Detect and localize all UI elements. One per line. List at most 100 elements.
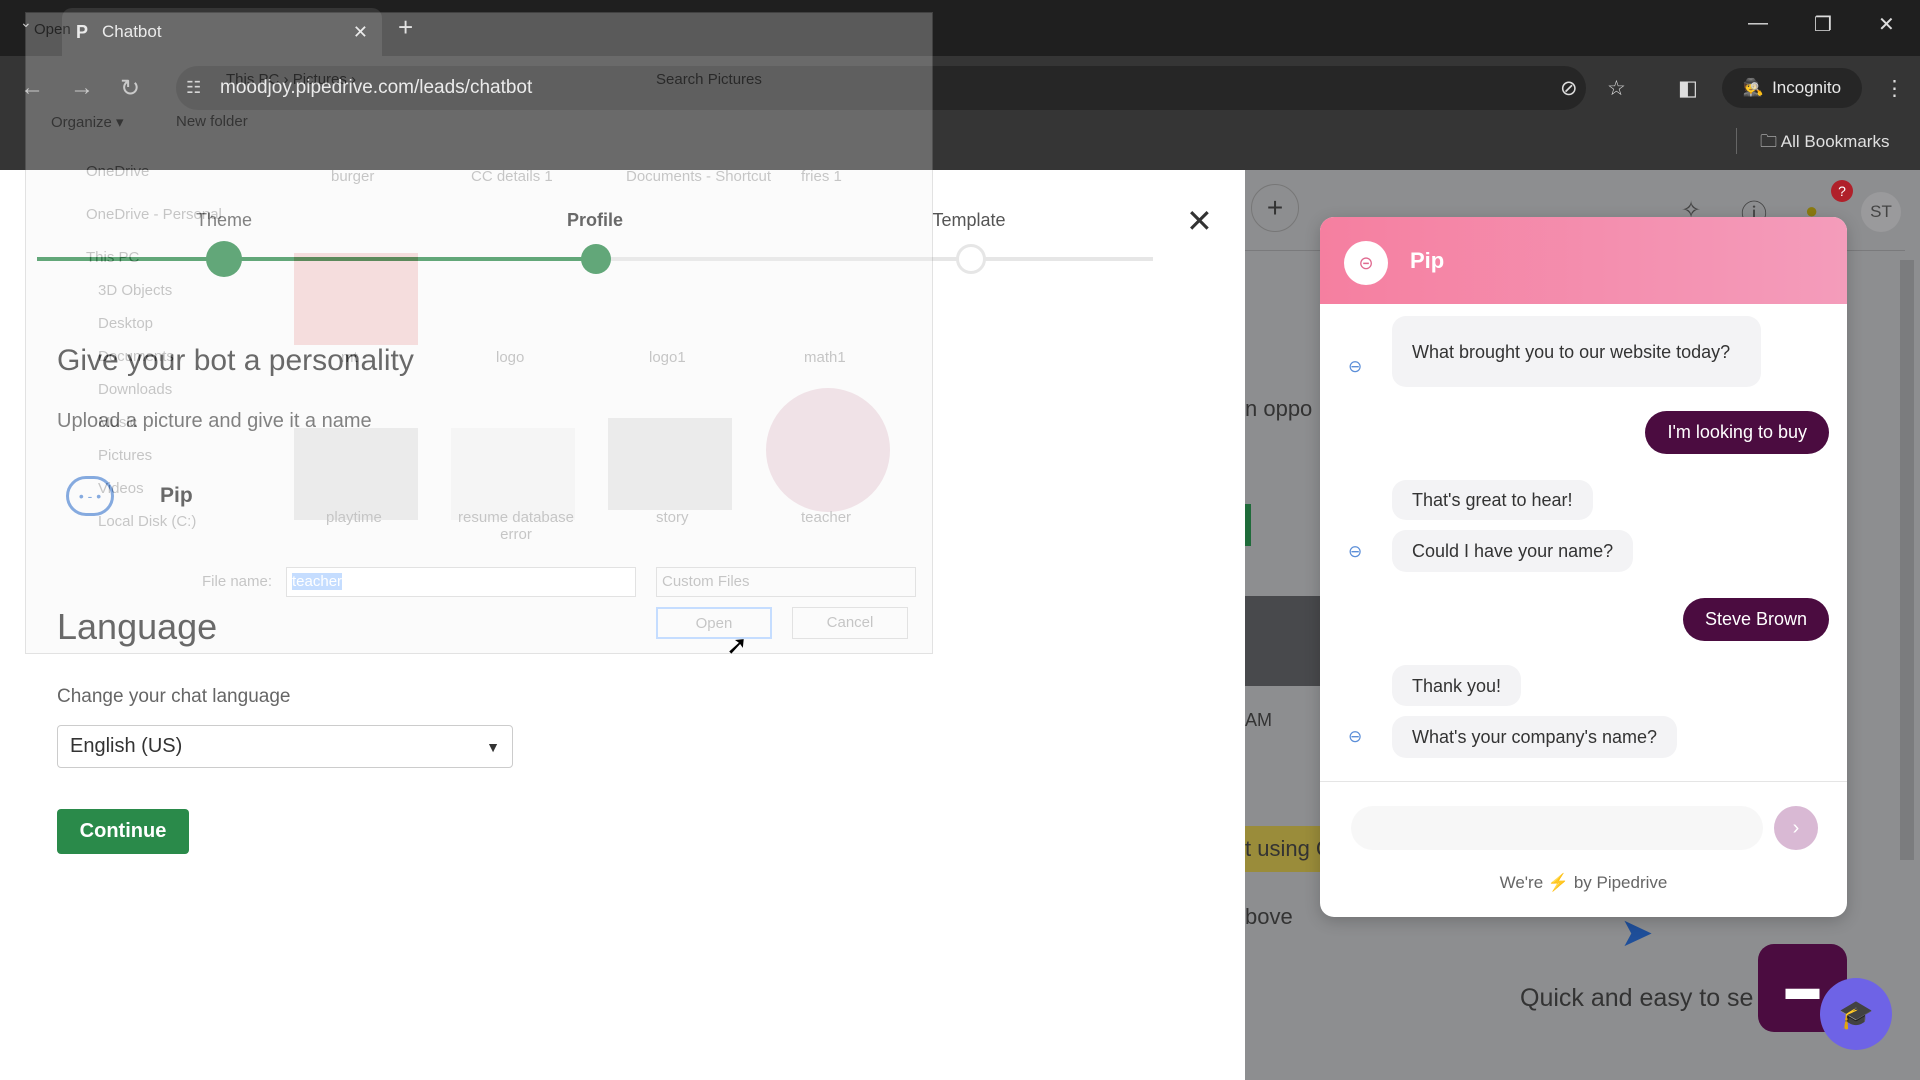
file-item[interactable]: playtime: [326, 509, 382, 526]
close-window-button[interactable]: ✕: [1878, 12, 1895, 37]
bot-avatar-icon: ⊝: [1344, 241, 1388, 285]
more-menu-icon[interactable]: ⋮: [1884, 76, 1905, 101]
graduation-cap-icon: 🎓: [1838, 998, 1874, 1030]
language-label: Change your chat language: [57, 686, 291, 707]
file-thumbnail[interactable]: [294, 428, 418, 520]
caret-down-icon: ▼: [486, 738, 500, 755]
eye-off-icon[interactable]: ⊘: [1560, 76, 1578, 101]
bot-icon: ⊖: [1348, 357, 1363, 376]
bg-text: AM: [1245, 710, 1272, 730]
sidebar-item[interactable]: Music: [98, 414, 137, 431]
file-thumbnail[interactable]: [608, 418, 732, 510]
chat-bubble-icon: ▬: [1785, 968, 1820, 1007]
new-folder-button[interactable]: New folder: [176, 113, 248, 130]
bg-text: t using C: [1245, 836, 1332, 861]
sidebar-item[interactable]: Videos: [98, 480, 144, 497]
language-select[interactable]: English (US) ▼: [57, 725, 513, 768]
star-icon[interactable]: ☆: [1607, 76, 1626, 101]
sidebar-item[interactable]: 3D Objects: [98, 282, 172, 299]
chat-header: [1320, 217, 1847, 304]
academy-button[interactable]: 🎓: [1820, 978, 1892, 1050]
bg-green-button: [1245, 504, 1251, 546]
folder-icon: 🗀: [1760, 132, 1781, 151]
bg-text: n oppo: [1245, 396, 1313, 421]
notification-badge: ?: [1831, 180, 1853, 202]
step-template-dot[interactable]: [956, 244, 986, 274]
file-item[interactable]: Documents - Shortcut: [626, 168, 771, 185]
add-button[interactable]: +: [1251, 184, 1299, 232]
sidebar-item[interactable]: Desktop: [98, 315, 153, 332]
file-item[interactable]: burger: [331, 168, 374, 185]
incognito-label: Incognito: [1772, 78, 1842, 97]
bot-message: Thank you!: [1392, 665, 1522, 706]
language-value: English (US): [70, 735, 183, 757]
breadcrumb-item[interactable]: This PC: [226, 71, 279, 88]
send-button[interactable]: ›: [1774, 806, 1818, 850]
file-item[interactable]: resume database error: [451, 509, 581, 543]
sidebar-item[interactable]: OneDrive: [86, 163, 149, 180]
dialog-title: Open: [34, 21, 71, 38]
bg-dark-block: [1245, 596, 1325, 686]
bg-text: Quick and easy to se: [1520, 984, 1754, 1012]
file-name-value: teacher: [292, 573, 343, 590]
file-type-select[interactable]: Custom Files: [656, 567, 916, 597]
organize-menu[interactable]: Organize ▾: [51, 113, 124, 131]
file-open-dialog[interactable]: Open This PC › Pictures › Search Picture…: [25, 12, 933, 654]
chat-widget: ⊝ Pip What brought you to our website to…: [1320, 217, 1847, 917]
bot-message: That's great to hear!: [1392, 480, 1593, 520]
continue-button[interactable]: Continue: [57, 809, 189, 854]
file-item[interactable]: story: [656, 509, 689, 526]
bot-icon: ⊖: [1348, 542, 1363, 561]
file-name-input[interactable]: teacher: [286, 567, 636, 597]
incognito-badge[interactable]: 🕵 Incognito: [1722, 68, 1862, 108]
file-item[interactable]: math1: [804, 349, 846, 366]
file-thumbnail[interactable]: [451, 428, 575, 520]
side-panel-icon[interactable]: ◧: [1678, 76, 1698, 101]
breadcrumb[interactable]: This PC › Pictures ›: [226, 71, 356, 88]
bg-text: bove: [1245, 904, 1293, 929]
avatar[interactable]: ST: [1861, 192, 1901, 232]
footer-suffix: by Pipedrive: [1573, 873, 1668, 892]
bot-icon: ⊖: [1348, 727, 1363, 746]
chat-title: Pip: [1410, 248, 1445, 273]
file-item[interactable]: CC details 1: [471, 168, 553, 185]
sidebar-item[interactable]: Pictures: [98, 447, 152, 464]
restore-button[interactable]: ❐: [1814, 12, 1832, 37]
bot-message: What's your company's name?: [1392, 716, 1677, 758]
file-thumbnail[interactable]: [766, 388, 890, 512]
user-message: I'm looking to buy: [1645, 411, 1829, 454]
file-thumbnail[interactable]: [294, 253, 418, 345]
divider: [1736, 128, 1737, 154]
file-item[interactable]: fries 1: [801, 168, 842, 185]
file-item[interactable]: logo: [496, 349, 524, 366]
step-template-label[interactable]: Template: [932, 210, 1005, 231]
bot-message: What brought you to our website today?: [1392, 316, 1761, 387]
sidebar-item[interactable]: Documents: [98, 348, 174, 365]
divider: [1320, 781, 1847, 782]
sidebar-item[interactable]: OneDrive - Personal: [86, 206, 222, 223]
close-icon[interactable]: ✕: [1186, 202, 1213, 240]
file-item[interactable]: teacher: [801, 509, 851, 526]
incognito-icon: 🕵: [1742, 78, 1765, 97]
all-bookmarks-button[interactable]: 🗀 All Bookmarks: [1760, 129, 1889, 158]
file-item[interactable]: logo1: [649, 349, 686, 366]
open-button[interactable]: Open: [656, 607, 772, 639]
mouse-cursor-icon: ➚: [726, 630, 748, 660]
user-message: Steve Brown: [1682, 598, 1829, 641]
file-item[interactable]: mt: [341, 349, 358, 366]
sidebar-item[interactable]: Downloads: [98, 381, 172, 398]
breadcrumb-item[interactable]: Pictures: [293, 71, 347, 88]
footer-prefix: We're: [1499, 873, 1544, 892]
lightning-icon: ⚡: [1547, 873, 1570, 892]
powered-by[interactable]: We're ⚡ by Pipedrive: [1320, 873, 1847, 893]
chat-input[interactable]: [1351, 806, 1763, 850]
search-input[interactable]: Search Pictures: [656, 71, 762, 88]
bot-message: Could I have your name?: [1392, 530, 1634, 572]
scrollbar[interactable]: [1900, 260, 1914, 860]
bookmarks-label: All Bookmarks: [1780, 132, 1890, 151]
file-name-label: File name:: [202, 573, 273, 590]
cancel-button[interactable]: Cancel: [792, 607, 908, 639]
sidebar-item[interactable]: Local Disk (C:): [98, 513, 196, 530]
sidebar-item[interactable]: This PC: [86, 249, 139, 266]
minimize-button[interactable]: —: [1748, 12, 1768, 35]
